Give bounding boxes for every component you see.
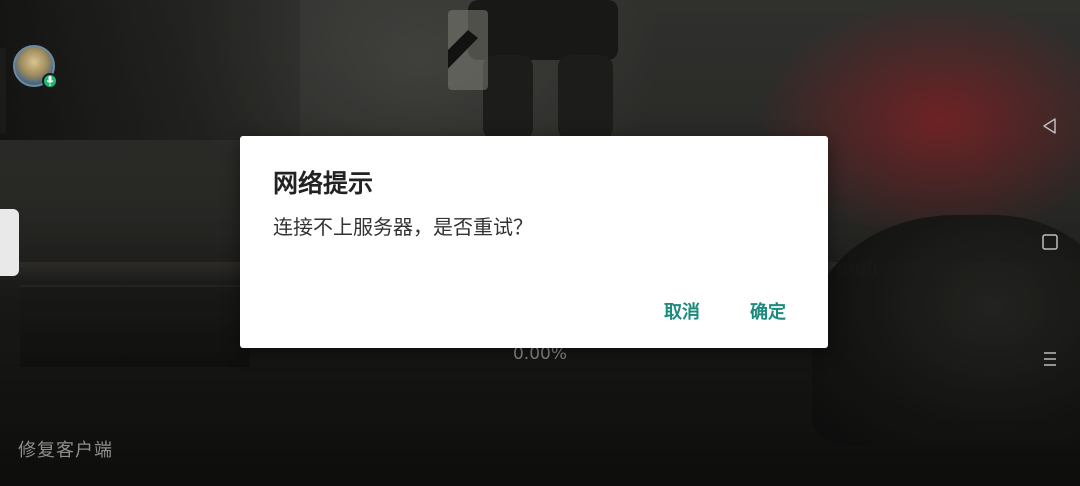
side-drawer-handle[interactable] xyxy=(0,209,19,276)
microphone-icon xyxy=(42,73,58,89)
dialog-title: 网络提示 xyxy=(273,169,374,198)
nav-menu-button[interactable] xyxy=(1037,346,1063,372)
game-screen: 0.00% 修复客户端 网络提示 连接不上服务器，是否重试？ 取消 确定 xyxy=(0,0,1080,486)
cancel-button[interactable]: 取消 xyxy=(664,298,700,324)
triangle-back-icon xyxy=(1043,118,1056,134)
square-home-icon xyxy=(1042,234,1058,250)
confirm-button[interactable]: 确定 xyxy=(750,298,786,324)
network-alert-dialog: 网络提示 连接不上服务器，是否重试？ 取消 确定 xyxy=(240,136,828,348)
side-panel-tab[interactable] xyxy=(0,48,6,134)
dialog-message: 连接不上服务器，是否重试？ xyxy=(273,215,533,239)
nav-home-button[interactable] xyxy=(1037,229,1063,255)
hamburger-menu-icon xyxy=(1044,352,1056,366)
repair-client-link[interactable]: 修复客户端 xyxy=(18,436,113,462)
nav-back-button[interactable] xyxy=(1037,113,1063,139)
